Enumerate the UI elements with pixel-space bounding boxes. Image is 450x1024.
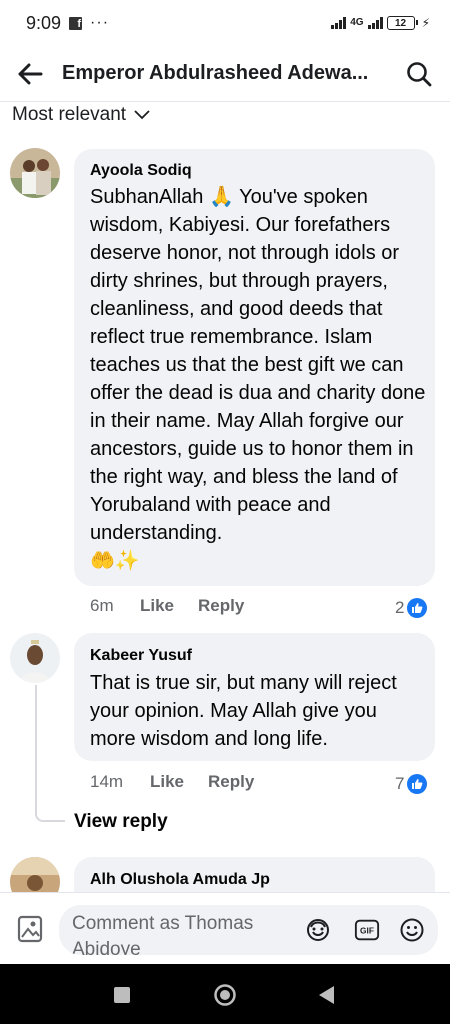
search-icon[interactable]: [404, 59, 434, 89]
sort-dropdown[interactable]: Most relevant: [12, 102, 150, 128]
comment-emoji: 🤲✨: [90, 550, 140, 572]
reply-button[interactable]: Reply: [208, 772, 254, 792]
comment-time: 14m: [90, 772, 124, 791]
emoji-icon[interactable]: [399, 917, 425, 943]
reaction-count[interactable]: 2: [395, 598, 428, 618]
avatar[interactable]: [10, 148, 60, 198]
home-button[interactable]: [213, 983, 237, 1012]
network-label: 4G: [350, 17, 364, 28]
comment-author[interactable]: Kabeer Yusuf: [90, 647, 192, 665]
reaction-number: 7: [395, 774, 405, 793]
signal-icon-2: [367, 17, 383, 29]
facebook-notification-icon: f: [69, 16, 83, 30]
comment-bubble: Kabeer Yusuf That is true sir, but many …: [74, 633, 435, 761]
status-bar: 9:09 f ··· 4G 12 ⚡: [0, 0, 450, 46]
more-notifications-icon: ···: [90, 14, 110, 31]
status-time: 9:09: [26, 12, 62, 33]
comment-input[interactable]: Comment as Thomas Abidoye GIF: [59, 905, 438, 955]
like-button[interactable]: Like: [150, 772, 184, 792]
recents-button[interactable]: [113, 986, 131, 1009]
gif-icon[interactable]: GIF: [354, 917, 380, 943]
comment-time: 6m: [90, 596, 114, 615]
comment-text: That is true sir, but many will reject y…: [90, 672, 397, 750]
comment-placeholder: Comment as Thomas Abidoye: [72, 913, 254, 955]
photo-icon[interactable]: [17, 915, 43, 943]
comment-author[interactable]: Ayoola Sodiq: [90, 162, 192, 180]
view-reply-link[interactable]: View reply: [74, 811, 168, 833]
android-nav-bar: [0, 964, 450, 1024]
like-reaction-icon: [407, 598, 428, 618]
avatar[interactable]: [10, 633, 60, 683]
comment-text: SubhanAllah 🙏 You've spoken wisdom, Kabi…: [90, 186, 426, 544]
battery-icon: 12: [386, 16, 418, 30]
svg-text:GIF: GIF: [360, 926, 374, 936]
avatar-sticker-icon[interactable]: [305, 917, 331, 943]
battery-level: 12: [395, 17, 407, 29]
like-reaction-icon: [407, 774, 428, 794]
comment-composer: Comment as Thomas Abidoye GIF: [0, 892, 450, 964]
comment-actions: 6m Like Reply: [90, 596, 244, 616]
chevron-down-icon: [134, 110, 150, 120]
back-arrow-icon[interactable]: [16, 60, 44, 88]
sort-label: Most relevant: [12, 104, 127, 125]
reaction-number: 2: [395, 598, 405, 617]
page-title: Emperor Abdulrasheed Adewa...: [62, 62, 369, 84]
thread-line: [35, 685, 65, 822]
back-button[interactable]: [317, 985, 335, 1010]
charging-icon: ⚡: [421, 16, 430, 30]
status-right: 4G 12 ⚡: [331, 16, 430, 30]
like-button[interactable]: Like: [140, 596, 174, 616]
signal-icon: [331, 17, 347, 29]
comment-actions: 14m Like Reply: [90, 772, 254, 792]
header: Emperor Abdulrasheed Adewa...: [0, 46, 450, 102]
reply-button[interactable]: Reply: [198, 596, 244, 616]
reaction-count[interactable]: 7: [395, 774, 428, 794]
comment-bubble: Ayoola Sodiq SubhanAllah 🙏 You've spoken…: [74, 149, 435, 586]
comment-author[interactable]: Alh Olushola Amuda Jp: [90, 871, 270, 889]
status-left: 9:09 f ···: [26, 13, 109, 34]
